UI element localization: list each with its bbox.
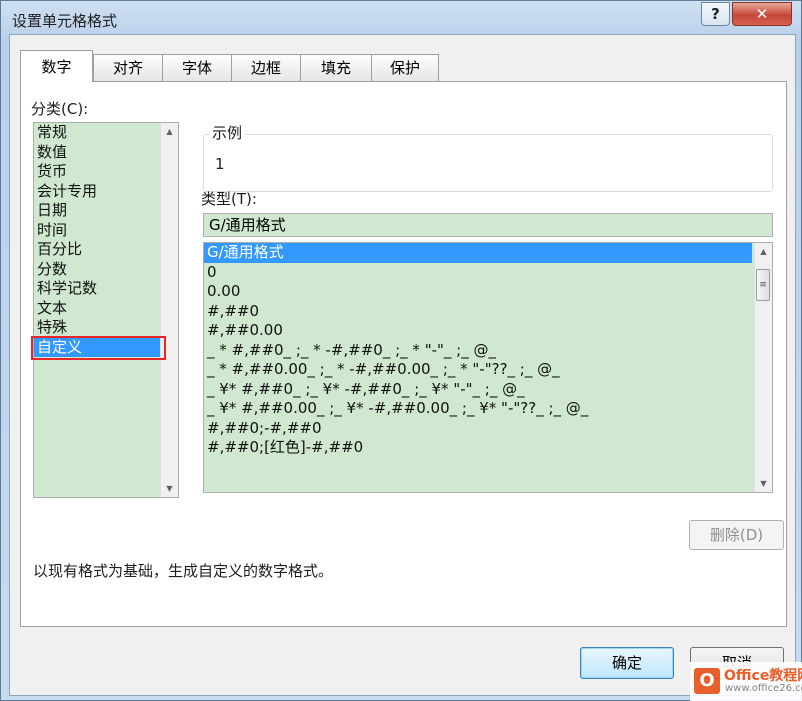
tab-font[interactable]: 字体 (162, 54, 232, 81)
list-item-selected[interactable]: 自定义 (34, 337, 163, 357)
office-logo-icon: O (694, 668, 720, 694)
number-tab-panel: 分类(C): 常规 数值 货币 会计专用 日期 时间 百分比 分数 科学记数 文… (20, 81, 787, 627)
sample-group: 示例 1 (203, 122, 773, 192)
type-list-scrollbar[interactable]: ▲ ≡ ▼ (754, 243, 772, 492)
list-item[interactable]: 分数 (34, 260, 178, 280)
tab-protection[interactable]: 保护 (371, 54, 439, 81)
list-item[interactable]: 会计专用 (34, 182, 178, 202)
list-item[interactable]: 0.00 (204, 282, 772, 302)
list-item[interactable]: 货币 (34, 162, 178, 182)
list-item[interactable]: 特殊 (34, 318, 178, 338)
dialog-body: 数字 对齐 字体 边框 填充 保护 分类(C): 常规 数值 货币 会计专用 日… (9, 34, 796, 696)
scroll-up-arrow-icon[interactable]: ▲ (161, 123, 178, 140)
tab-fill[interactable]: 填充 (300, 54, 372, 81)
close-icon: ✕ (755, 5, 769, 23)
format-cells-dialog: 设置单元格格式 ? ✕ 数字 对齐 字体 边框 填充 保护 分类(C): 常规 … (0, 0, 802, 701)
list-item[interactable]: 百分比 (34, 240, 178, 260)
list-item[interactable]: 科学记数 (34, 279, 178, 299)
format-type-list[interactable]: G/通用格式 0 0.00 #,##0 #,##0.00 _ * #,##0_ … (203, 242, 773, 493)
description-text: 以现有格式为基础，生成自定义的数字格式。 (33, 562, 334, 580)
scroll-down-arrow-icon[interactable]: ▼ (161, 480, 178, 497)
category-label: 分类(C): (31, 100, 89, 118)
type-input[interactable]: G/通用格式 (203, 213, 773, 237)
title-bar[interactable]: 设置单元格格式 ? ✕ (1, 1, 801, 37)
close-button[interactable]: ✕ (732, 2, 792, 26)
list-item[interactable]: _ ¥* #,##0.00_ ;_ ¥* -#,##0.00_ ;_ ¥* "-… (204, 399, 772, 419)
list-item-selected[interactable]: G/通用格式 (204, 243, 752, 263)
tab-border[interactable]: 边框 (231, 54, 301, 81)
category-list[interactable]: 常规 数值 货币 会计专用 日期 时间 百分比 分数 科学记数 文本 特殊 自定… (33, 122, 179, 498)
scroll-down-arrow-icon[interactable]: ▼ (755, 475, 772, 492)
list-item[interactable]: #,##0 (204, 302, 772, 322)
delete-button[interactable]: 删除(D) (689, 520, 784, 550)
list-item[interactable]: _ * #,##0_ ;_ * -#,##0_ ;_ * "-"_ ;_ @_ (204, 341, 772, 361)
list-item[interactable]: #,##0;[红色]-#,##0 (204, 438, 772, 458)
list-item[interactable]: _ ¥* #,##0_ ;_ ¥* -#,##0_ ;_ ¥* "-"_ ;_ … (204, 380, 772, 400)
list-item[interactable]: 数值 (34, 143, 178, 163)
list-item[interactable]: 时间 (34, 221, 178, 241)
list-item[interactable]: 常规 (34, 123, 178, 143)
list-item[interactable]: _ * #,##0.00_ ;_ * -#,##0.00_ ;_ * "-"??… (204, 360, 772, 380)
watermark-name: Office教程网 (724, 668, 802, 684)
sample-label: 示例 (209, 122, 246, 143)
list-item[interactable]: #,##0;-#,##0 (204, 419, 772, 439)
list-item[interactable]: 日期 (34, 201, 178, 221)
watermark: O Office教程网 www.office26.com (690, 662, 802, 701)
category-scrollbar[interactable]: ▲ ▼ (160, 123, 178, 497)
list-item[interactable]: 文本 (34, 299, 178, 319)
watermark-url: www.office26.com (725, 683, 802, 694)
list-item[interactable]: 0 (204, 263, 772, 283)
scroll-thumb-grip-icon[interactable]: ≡ (756, 269, 770, 301)
dialog-title: 设置单元格格式 (12, 12, 118, 30)
list-item[interactable]: #,##0.00 (204, 321, 772, 341)
tab-number[interactable]: 数字 (20, 50, 93, 82)
scroll-up-arrow-icon[interactable]: ▲ (755, 243, 772, 260)
tab-alignment[interactable]: 对齐 (93, 54, 163, 81)
help-button[interactable]: ? (701, 2, 730, 26)
type-label: 类型(T): (201, 190, 257, 208)
help-icon: ? (711, 5, 720, 23)
ok-button[interactable]: 确定 (580, 647, 674, 679)
sample-value: 1 (215, 155, 225, 173)
